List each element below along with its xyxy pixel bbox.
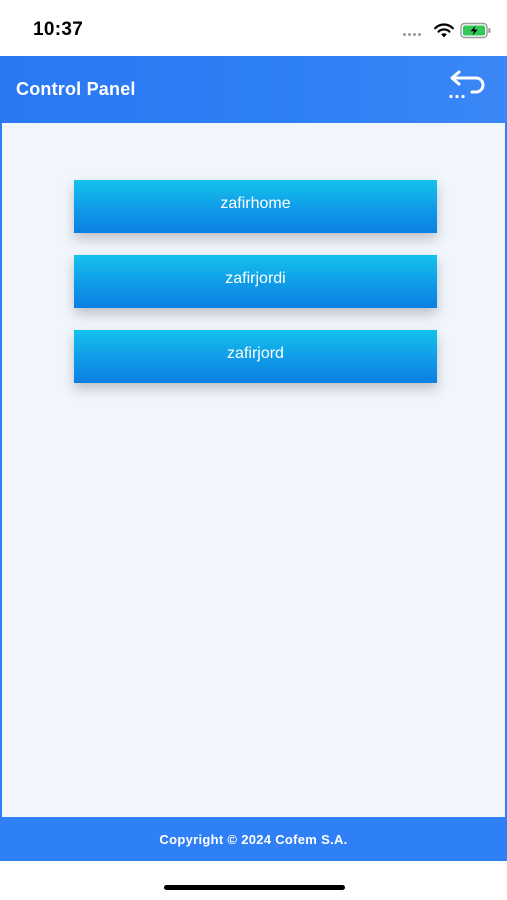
status-bar: 10:37: [0, 0, 507, 56]
device-button-zafirjord[interactable]: zafirjord: [74, 330, 437, 383]
home-indicator[interactable]: [164, 885, 345, 890]
wifi-icon: [434, 23, 454, 38]
page-title: Control Panel: [16, 79, 136, 99]
app-footer: Copyright © 2024 Cofem S.A.: [0, 817, 507, 861]
status-time: 10:37: [33, 19, 84, 40]
copyright-text: Copyright © 2024 Cofem S.A.: [159, 832, 348, 847]
signal-icon: [403, 33, 425, 37]
battery-charging-icon: [460, 22, 491, 39]
device-button-zafirjordi[interactable]: zafirjordi: [74, 255, 437, 308]
device-button-zafirhome[interactable]: zafirhome: [74, 180, 437, 233]
back-button[interactable]: [440, 69, 488, 105]
app-header: Control Panel: [0, 56, 507, 123]
back-arrow-icon: [449, 70, 485, 99]
device-list-panel: zafirhome zafirjordi zafirjord: [0, 123, 507, 817]
